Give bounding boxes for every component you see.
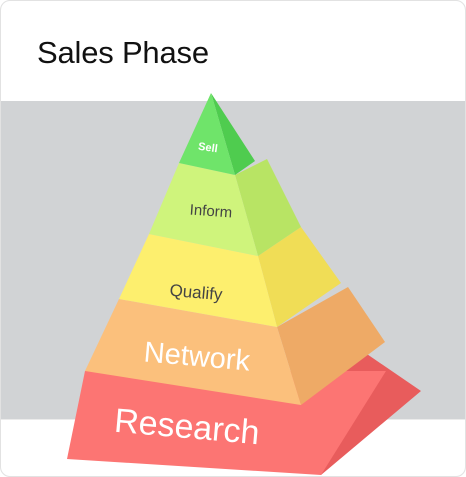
pyramid-label-inform: Inform bbox=[189, 202, 233, 222]
pyramid-level-sell[interactable]: Sell bbox=[179, 93, 255, 175]
diagram-card: Sales Phase Research Network Qualify Inf… bbox=[0, 0, 466, 477]
sales-pyramid: Research Network Qualify Inform Sell bbox=[67, 93, 421, 475]
